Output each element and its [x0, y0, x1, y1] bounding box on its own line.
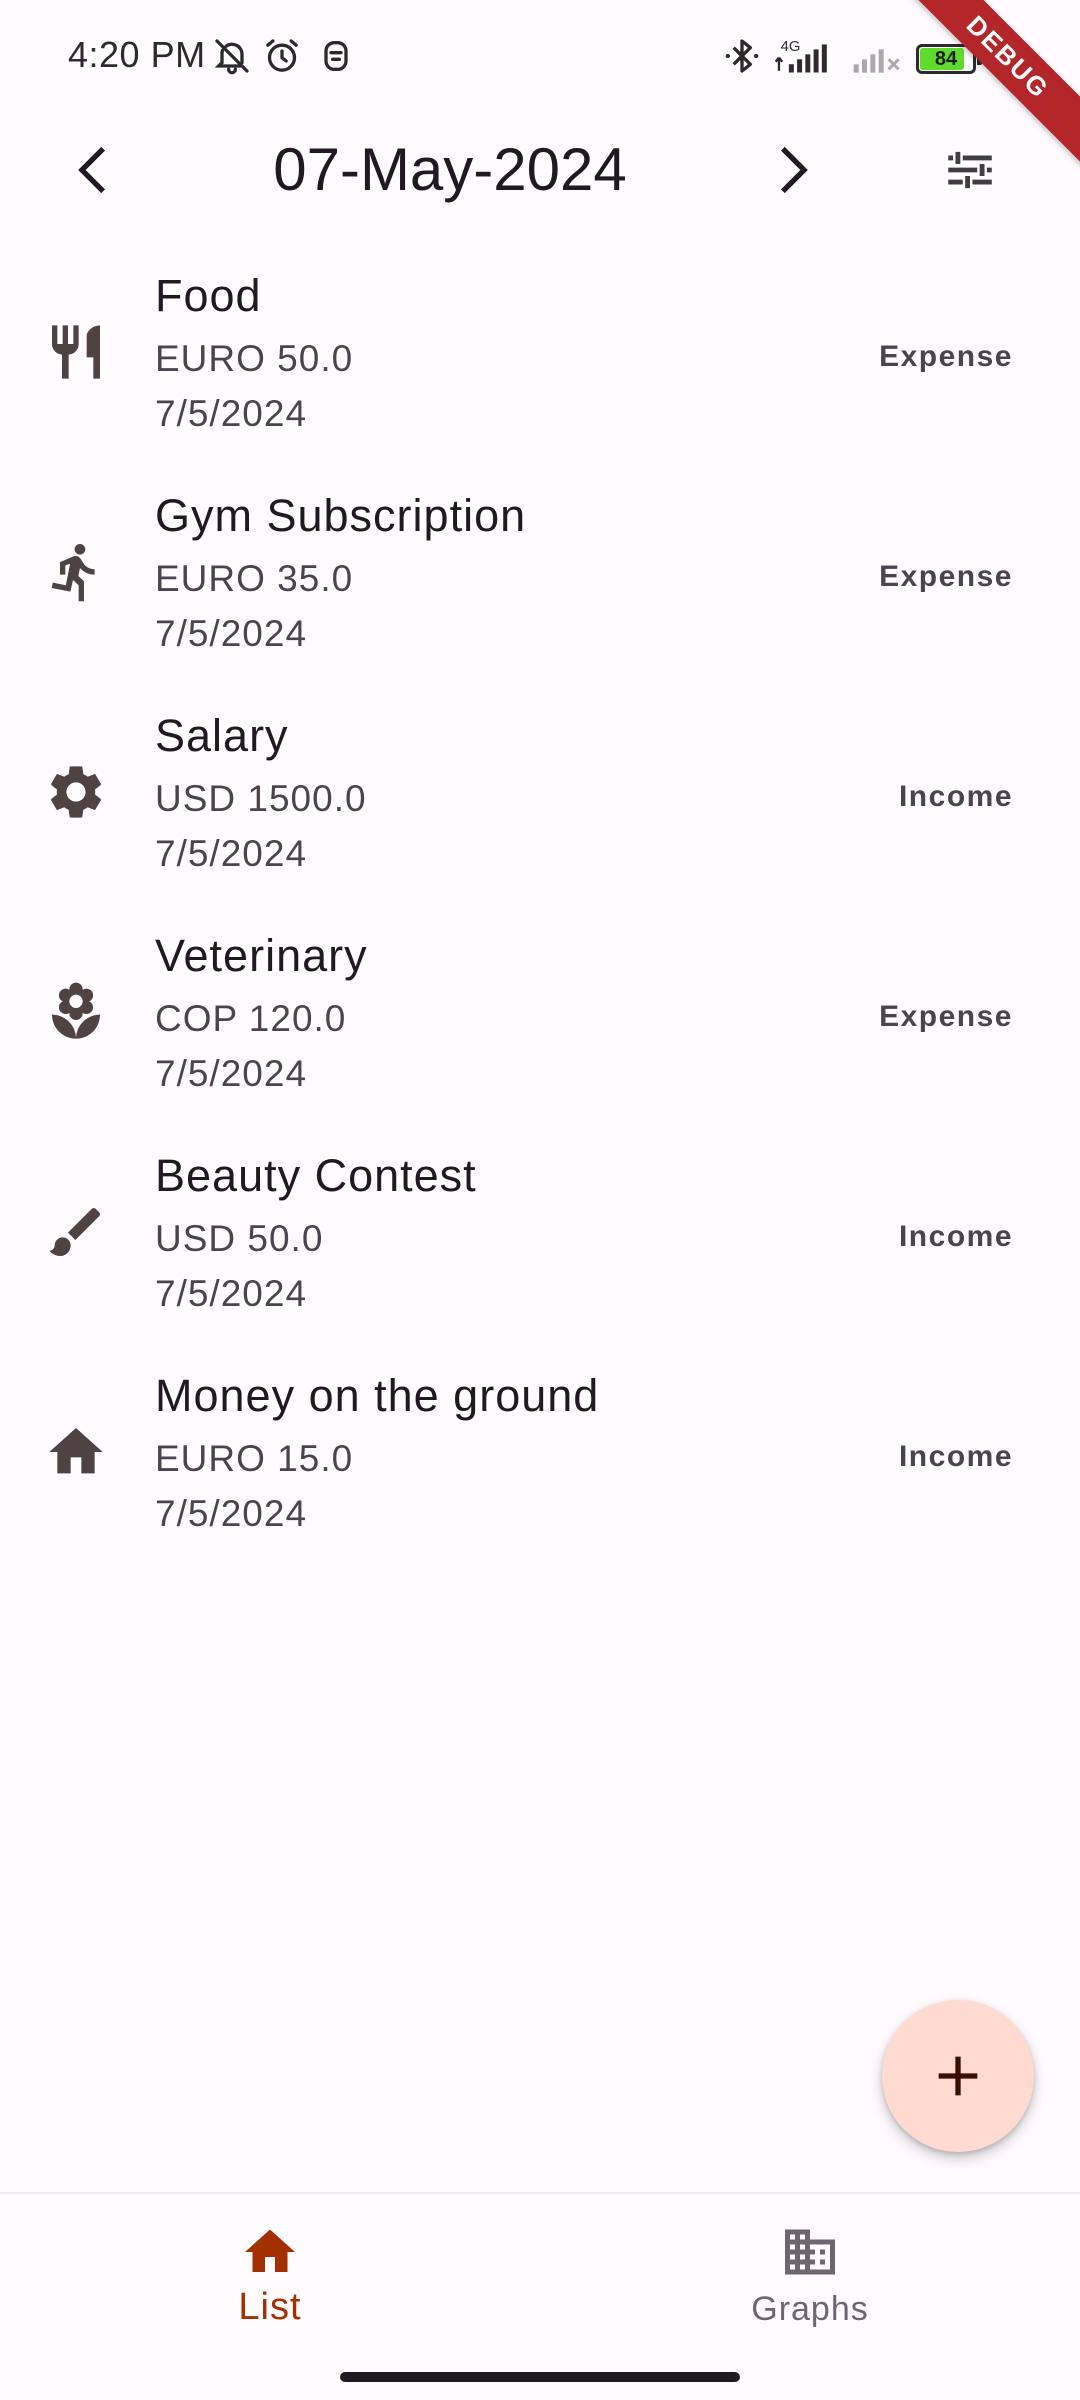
battery-level: 84: [934, 48, 958, 70]
item-date: 7/5/2024: [155, 833, 308, 874]
chevron-right-icon: [780, 146, 808, 194]
item-title: Salary: [155, 710, 289, 761]
transaction-list: Food EURO 50.0 7/5/2024 Expense Gym Subs…: [0, 250, 1080, 1570]
restaurant-icon: [44, 320, 108, 384]
status-bar: 4:20 PM 4G 84: [0, 0, 1080, 120]
item-title: Gym Subscription: [155, 490, 527, 541]
list-item[interactable]: Beauty Contest USD 50.0 7/5/2024 Income: [0, 1130, 1080, 1350]
list-item[interactable]: Money on the ground EURO 15.0 7/5/2024 I…: [0, 1350, 1080, 1570]
item-title: Veterinary: [155, 930, 368, 981]
item-amount: EURO 15.0: [155, 1438, 354, 1479]
face-icon: [316, 36, 356, 76]
add-transaction-button[interactable]: [882, 2000, 1034, 2152]
alarm-icon: [262, 36, 302, 76]
home-icon: [44, 1420, 108, 1484]
item-title: Beauty Contest: [155, 1150, 477, 1201]
signal-4g-icon: 4G: [774, 36, 840, 76]
business-icon: [780, 2222, 840, 2282]
item-amount: COP 120.0: [155, 998, 347, 1039]
item-amount: EURO 50.0: [155, 338, 354, 379]
item-amount: EURO 35.0: [155, 558, 354, 599]
list-item[interactable]: Veterinary COP 120.0 7/5/2024 Expense: [0, 910, 1080, 1130]
list-item[interactable]: Salary USD 1500.0 7/5/2024 Income: [0, 690, 1080, 910]
status-time: 4:20 PM: [68, 34, 206, 75]
item-type: Expense: [879, 560, 1013, 593]
item-title: Money on the ground: [155, 1370, 600, 1421]
add-icon: [938, 2056, 978, 2096]
bluetooth-icon: [722, 36, 762, 76]
tab-list[interactable]: List: [0, 2194, 540, 2354]
chevron-left-icon: [78, 146, 106, 194]
item-type: Expense: [879, 1000, 1013, 1033]
list-item[interactable]: Gym Subscription EURO 35.0 7/5/2024 Expe…: [0, 470, 1080, 690]
tab-label: List: [238, 2286, 302, 2328]
local-florist-icon: [44, 980, 108, 1044]
tab-label: Graphs: [751, 2290, 869, 2328]
page-title-date: 07-May-2024: [273, 136, 627, 203]
item-type: Income: [898, 1220, 1013, 1253]
bell-off-icon: [212, 36, 252, 76]
item-type: Expense: [879, 340, 1013, 373]
item-date: 7/5/2024: [155, 393, 308, 434]
home-indicator: [340, 2372, 740, 2382]
network-label: 4G: [781, 39, 801, 55]
brush-icon: [44, 1200, 108, 1264]
item-date: 7/5/2024: [155, 1053, 308, 1094]
home-icon: [240, 2222, 300, 2282]
item-type: Income: [898, 1440, 1013, 1473]
bottom-navigation: List Graphs: [0, 2192, 1080, 2354]
item-date: 7/5/2024: [155, 1493, 308, 1534]
list-item[interactable]: Food EURO 50.0 7/5/2024 Expense: [0, 250, 1080, 470]
settings-icon: [44, 760, 108, 824]
filter-button[interactable]: [928, 128, 1012, 212]
item-title: Food: [155, 270, 262, 321]
item-amount: USD 1500.0: [155, 778, 367, 819]
tab-graphs[interactable]: Graphs: [540, 2194, 1080, 2354]
item-date: 7/5/2024: [155, 613, 308, 654]
next-day-button[interactable]: [750, 128, 834, 212]
item-type: Income: [898, 780, 1013, 813]
item-date: 7/5/2024: [155, 1273, 308, 1314]
item-amount: USD 50.0: [155, 1218, 324, 1259]
signal-off-icon: [850, 36, 904, 76]
directions-run-icon: [44, 540, 108, 604]
app-bar: 07-May-2024: [0, 120, 1080, 220]
previous-day-button[interactable]: [52, 128, 136, 212]
tune-icon: [948, 151, 992, 189]
